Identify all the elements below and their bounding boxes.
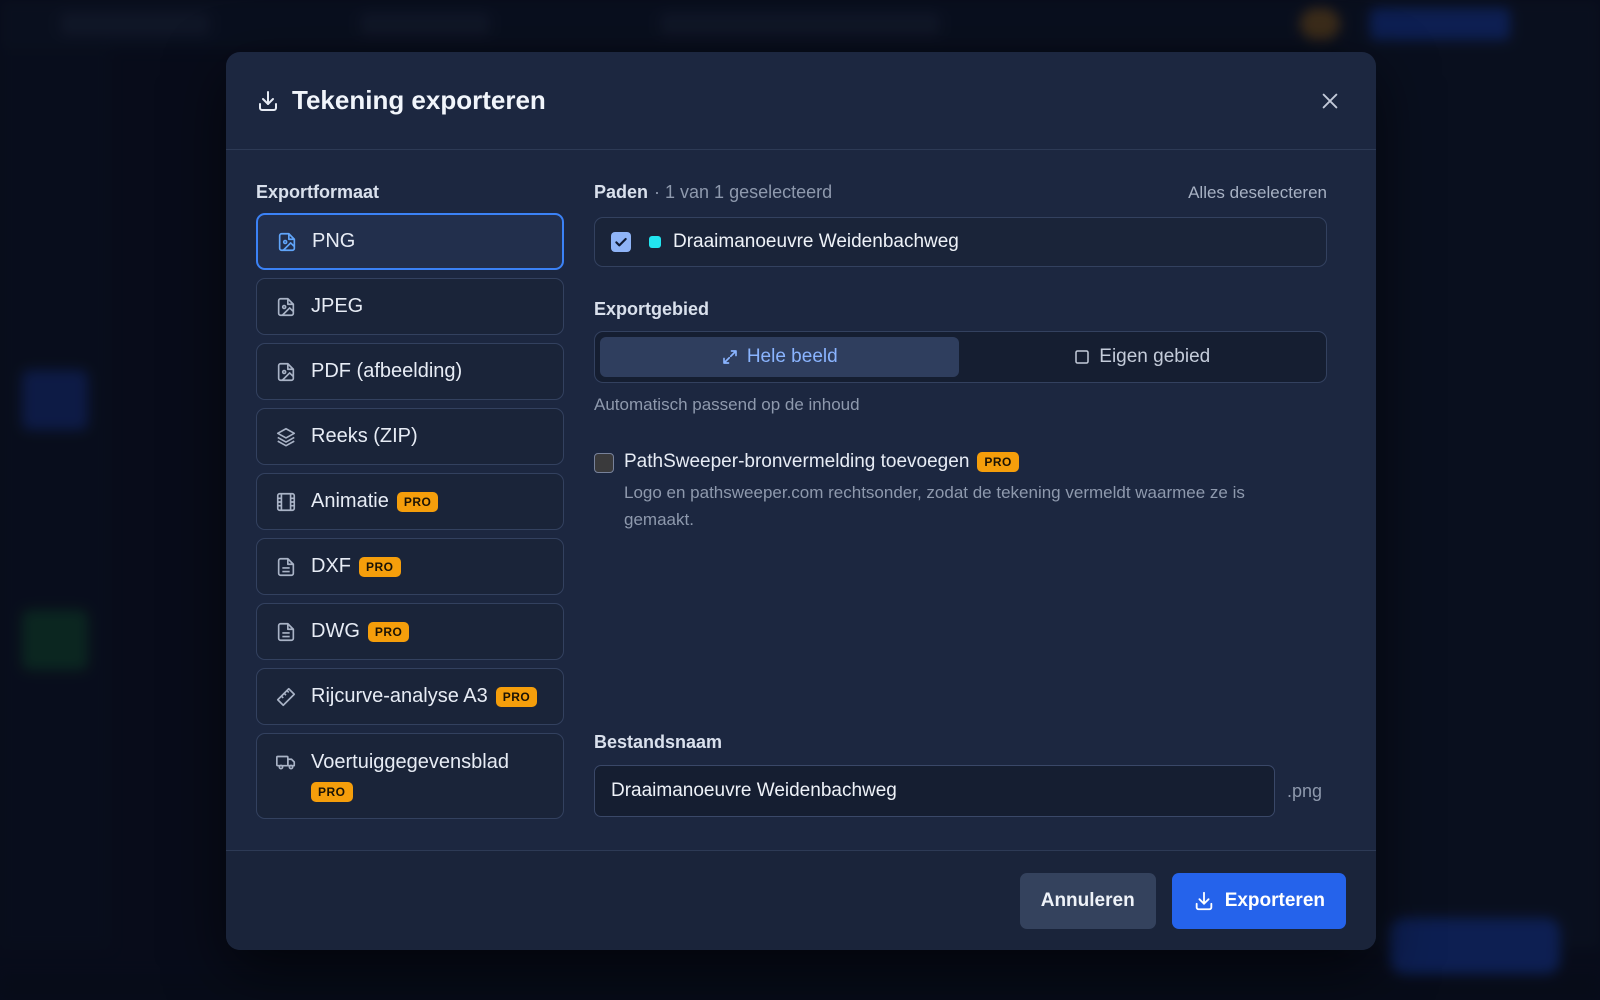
format-label: Rijcurve-analyse A3	[311, 685, 488, 707]
dialog-footer: Annuleren Exporteren	[226, 850, 1376, 950]
path-color-swatch	[649, 236, 661, 248]
filename-label: Bestandsnaam	[594, 732, 723, 752]
attribution-option: PathSweeper-bronvermelding toevoegen PRO…	[594, 451, 1327, 533]
path-checkbox[interactable]	[611, 232, 631, 252]
export-area-custom-label: Eigen gebied	[1099, 346, 1211, 367]
paths-header: Paden · 1 van 1 geselecteerd Alles desel…	[594, 182, 1327, 203]
format-label: Reeks (ZIP)	[311, 425, 418, 447]
options-panel: Paden · 1 van 1 geselecteerd Alles desel…	[594, 182, 1327, 817]
document-icon	[275, 556, 297, 578]
export-dialog: Tekening exporteren Exportformaat PNG JP…	[226, 52, 1376, 950]
format-section-label: Exportformaat	[256, 182, 380, 202]
format-label: PDF (afbeelding)	[311, 360, 463, 382]
attribution-label: PathSweeper-bronvermelding toevoegen	[624, 451, 970, 472]
attribution-checkbox[interactable]	[594, 453, 614, 473]
format-option-drive-curve-analysis[interactable]: Rijcurve-analyse A3 PRO	[256, 668, 564, 725]
format-label: DXF	[311, 555, 351, 577]
pro-badge: PRO	[359, 556, 401, 577]
export-area-full-view[interactable]: Hele beeld	[600, 337, 959, 377]
export-area-full-view-label: Hele beeld	[746, 346, 838, 367]
pro-badge: PRO	[367, 621, 410, 642]
attribution-description: Logo en pathsweeper.com rechtsonder, zod…	[624, 483, 1245, 529]
format-option-animation[interactable]: Animatie PRO	[256, 473, 564, 530]
export-area-label: Exportgebied	[594, 299, 710, 319]
image-file-icon	[275, 296, 297, 318]
cancel-button[interactable]: Annuleren	[1019, 872, 1156, 929]
format-option-png[interactable]: PNG	[256, 213, 564, 270]
format-option-zip[interactable]: Reeks (ZIP)	[256, 408, 564, 465]
paths-selection-count: · 1 van 1 geselecteerd	[654, 182, 833, 202]
export-area-custom[interactable]: Eigen gebied	[963, 337, 1322, 377]
close-icon	[1319, 90, 1341, 112]
truck-icon	[275, 751, 297, 773]
dialog-body: Exportformaat PNG JPEG PDF (afbeelding) …	[226, 150, 1376, 850]
pro-badge: PRO	[977, 452, 1019, 472]
format-option-pdf[interactable]: PDF (afbeelding)	[256, 343, 564, 400]
expand-icon	[721, 348, 739, 366]
path-row[interactable]: Draaimanoeuvre Weidenbachweg	[594, 217, 1327, 267]
download-icon	[1193, 890, 1215, 912]
format-option-vehicle-datasheet[interactable]: Voertuiggegevensblad PRO	[256, 733, 564, 819]
format-option-jpeg[interactable]: JPEG	[256, 278, 564, 335]
layers-icon	[275, 426, 297, 448]
film-icon	[275, 491, 297, 513]
export-button-label: Exporteren	[1224, 889, 1325, 911]
format-label: PNG	[312, 230, 356, 252]
image-file-icon	[276, 231, 298, 253]
format-label: Voertuiggegevensblad	[311, 751, 509, 773]
filename-input[interactable]	[594, 765, 1275, 817]
dialog-header: Tekening exporteren	[226, 52, 1376, 150]
dialog-title: Tekening exporteren	[292, 85, 546, 115]
export-area-toggle: Hele beeld Eigen gebied	[594, 331, 1327, 383]
path-name: Draaimanoeuvre Weidenbachweg	[673, 231, 959, 252]
export-area-hint: Automatisch passend op de inhoud	[594, 395, 860, 414]
export-button[interactable]: Exporteren	[1171, 872, 1346, 929]
format-label: DWG	[311, 620, 360, 642]
filename-extension: .png	[1287, 780, 1323, 801]
download-icon	[256, 89, 280, 113]
format-panel: Exportformaat PNG JPEG PDF (afbeelding) …	[256, 182, 564, 819]
document-icon	[275, 621, 297, 643]
format-option-dwg[interactable]: DWG PRO	[256, 603, 564, 660]
format-list: PNG JPEG PDF (afbeelding) Reeks (ZIP) An…	[256, 213, 564, 819]
paths-title: Paden	[594, 182, 649, 202]
pro-badge: PRO	[495, 686, 538, 707]
square-icon	[1073, 348, 1091, 366]
deselect-all-link[interactable]: Alles deselecteren	[1188, 183, 1327, 203]
format-label: JPEG	[311, 295, 364, 317]
pro-badge: PRO	[311, 782, 353, 802]
format-option-dxf[interactable]: DXF PRO	[256, 538, 564, 595]
pro-badge: PRO	[396, 491, 439, 512]
close-button[interactable]	[1314, 85, 1346, 117]
ruler-icon	[275, 686, 297, 708]
image-file-icon	[275, 361, 297, 383]
format-label: Animatie	[311, 490, 389, 512]
filename-section: Bestandsnaam .png	[594, 732, 1327, 817]
check-icon	[615, 237, 627, 247]
